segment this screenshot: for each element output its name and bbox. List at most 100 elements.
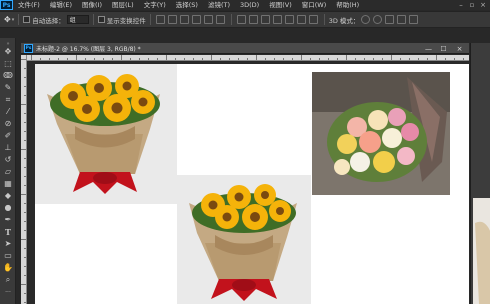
move-tool-icon[interactable]: ✥ [4,15,11,24]
crop-tool-icon[interactable]: ⌗ [3,95,13,105]
doc-minimize-button[interactable]: — [421,43,436,54]
separator [92,14,94,25]
distribute-bottom-icon[interactable] [261,15,271,24]
ruler-tick [355,58,356,60]
auto-select-checkbox[interactable] [23,16,31,23]
app-maximize-button[interactable]: ▫ [467,0,477,10]
quick-select-tool-icon[interactable]: ✎ [3,83,13,93]
marquee-tool-icon[interactable]: ⬚ [3,59,13,69]
ruler-tick [24,176,26,177]
right-panel-strip[interactable] [470,43,490,304]
brush-tool-icon[interactable]: ✐ [3,131,13,141]
align-hcenter-icon[interactable] [204,15,214,24]
3d-rotate-icon[interactable] [360,15,370,24]
3d-slide-icon[interactable] [396,15,406,24]
align-right-icon[interactable] [216,15,226,24]
distribute-hcenter-icon[interactable] [285,15,295,24]
distribute-left-icon[interactable] [273,15,283,24]
menu-select[interactable]: 选择(S) [171,0,203,10]
ruler-tick [229,58,230,60]
ruler-tick [166,55,167,60]
ruler-tick [24,122,26,123]
sunflower-bouquet-1[interactable] [35,64,177,204]
ruler-tick [24,167,26,168]
ruler-tick [256,55,257,60]
app-minimize-button[interactable]: – [456,0,466,10]
history-brush-tool-icon[interactable]: ↺ [3,155,13,165]
show-transform-checkbox[interactable] [97,16,105,23]
sunflower-bouquet-icon [35,64,177,204]
rectangle-tool-icon[interactable]: ▭ [3,251,13,261]
menu-layer[interactable]: 图层(L) [107,0,139,10]
pen-tool-icon[interactable]: ✒ [3,215,13,225]
ruler-tick [148,58,149,60]
ruler-tick [24,230,26,231]
more-tools-icon[interactable]: ··· [3,288,13,298]
menu-filter[interactable]: 滤镜(T) [203,0,235,10]
ruler-tick [85,58,86,60]
ruler-tick [121,55,122,60]
menu-image[interactable]: 图像(I) [77,0,107,10]
blur-tool-icon[interactable]: ◆ [3,191,13,201]
ruler-tick [130,58,131,60]
eraser-tool-icon[interactable]: ▱ [3,167,13,177]
align-bottom-icon[interactable] [180,15,190,24]
document-tab[interactable]: Ps 未标题-2 @ 16.7% (图层 3, RGB/8) * — ☐ × [21,43,469,54]
3d-scale-icon[interactable] [408,15,418,24]
type-tool-icon[interactable]: T [3,227,13,237]
ruler-tick [247,58,248,60]
3d-drag-icon[interactable] [384,15,394,24]
menu-file[interactable]: 文件(F) [13,0,45,10]
canvas-area[interactable] [28,62,469,304]
auto-select-dropdown[interactable]: 组 [66,15,89,24]
ruler-tick [24,302,26,303]
menu-3d[interactable]: 3D(D) [235,0,264,10]
distribute-vcenter-icon[interactable] [249,15,259,24]
rose-bouquet-icon [312,72,450,195]
horizontal-ruler[interactable] [27,55,469,61]
ruler-tick [31,55,32,60]
menu-view[interactable]: 视图(V) [264,0,297,10]
document-canvas[interactable] [35,64,469,304]
tools-panel: » ✥ ⬚ ↂ ✎ ⌗ ⁄ ⊘ ✐ ⊥ ↺ ▱ ▦ ◆ ● ✒ T ➤ ▭ ✋ … [0,38,16,304]
move-tool-icon[interactable]: ✥ [3,47,13,57]
path-select-tool-icon[interactable]: ➤ [3,239,13,249]
ruler-tick [310,58,311,60]
align-vcenter-icon[interactable] [168,15,178,24]
photoshop-window: Ps 文件(F) 编辑(E) 图像(I) 图层(L) 文字(Y) 选择(S) 滤… [0,0,490,304]
vertical-ruler[interactable] [21,55,27,304]
menu-window[interactable]: 窗口(W) [297,0,332,10]
ruler-tick [21,104,26,105]
healing-brush-tool-icon[interactable]: ⊘ [3,119,13,129]
3d-mode-label: 3D 模式： [328,16,360,25]
lasso-tool-icon[interactable]: ↂ [3,71,13,81]
align-top-icon[interactable] [156,15,166,24]
document-title: 未标题-2 @ 16.7% (图层 3, RGB/8) * [36,45,141,53]
ruler-tick [24,221,26,222]
auto-align-icon[interactable] [309,15,319,24]
hand-tool-icon[interactable]: ✋ [3,263,13,273]
ruler-tick [24,266,26,267]
doc-close-button[interactable]: × [452,43,467,54]
distribute-top-icon[interactable] [237,15,247,24]
eyedropper-tool-icon[interactable]: ⁄ [3,107,13,117]
app-close-button[interactable]: × [478,0,488,10]
clone-stamp-tool-icon[interactable]: ⊥ [3,143,13,153]
ruler-tick [24,248,26,249]
gradient-tool-icon[interactable]: ▦ [3,179,13,189]
rose-bouquet[interactable] [312,72,450,195]
sunflower-bouquet-2[interactable] [177,175,311,304]
doc-restore-button[interactable]: ☐ [436,43,451,54]
menu-type[interactable]: 文字(Y) [139,0,171,10]
ruler-tick [418,58,419,60]
distribute-right-icon[interactable] [297,15,307,24]
ruler-tick [445,58,446,60]
3d-roll-icon[interactable] [372,15,382,24]
dodge-tool-icon[interactable]: ● [3,203,13,213]
align-left-icon[interactable] [192,15,202,24]
menu-edit[interactable]: 编辑(E) [45,0,77,10]
separator [149,14,151,25]
zoom-tool-icon[interactable]: ⌕ [3,275,13,285]
menu-help[interactable]: 帮助(H) [331,0,364,10]
tool-preset-chevron-icon[interactable]: ▾ [12,17,15,23]
